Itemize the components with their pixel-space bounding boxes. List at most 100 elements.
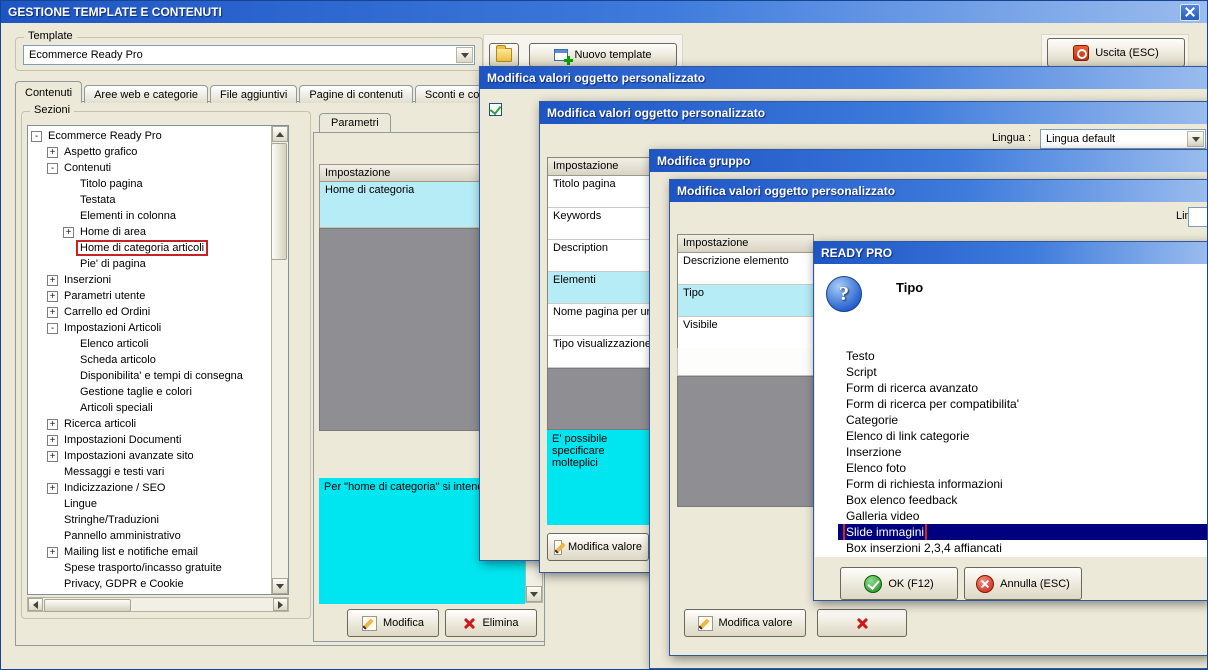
tree-item[interactable]: + Parametri utente [29,288,271,304]
table-row[interactable]: Tipo visualizzazione [548,336,649,368]
tree-item[interactable]: + Mailing list e notifiche email [29,544,271,560]
table-empty-row [677,348,814,376]
template-combobox[interactable]: Ecommerce Ready Pro [23,45,475,65]
list-item[interactable]: Categorie [838,412,1207,428]
tab[interactable]: File aggiuntivi [210,85,298,103]
scroll-left-icon[interactable] [28,598,43,611]
list-item[interactable]: Slide immagini [838,524,1207,540]
table-row[interactable]: Descrizione elemento [678,253,813,285]
chevron-down-icon[interactable] [456,47,473,63]
tree-expand-icon[interactable]: + [47,482,58,494]
list-item[interactable]: Script [838,364,1207,380]
list-item[interactable]: Galleria video [838,508,1207,524]
list-item[interactable]: Box inserzioni 2,3,4 affiancati [838,540,1207,556]
tree-item[interactable]: Pie' di pagina [29,256,271,272]
new-template-button[interactable]: Nuovo template [529,43,677,67]
close-icon[interactable] [1180,3,1200,21]
table-row[interactable]: Visibile [678,317,813,349]
lingua-combobox[interactable] [1188,207,1207,227]
tree-item[interactable]: Messaggi e testi vari [29,464,271,480]
tree-expand-icon[interactable]: + [47,146,58,158]
list-item[interactable]: Form di ricerca per compatibilita' [838,396,1207,412]
tree-item-label: Lingue [64,498,98,510]
tree-item[interactable]: Articoli speciali [29,400,271,416]
scrollbar-thumb[interactable] [271,143,287,260]
list-item[interactable]: Inserzione [838,444,1207,460]
lingua-combobox[interactable]: Lingua default [1040,129,1206,149]
list-item[interactable]: Form di richiesta informazioni [838,476,1207,492]
list-item[interactable]: Box elenco feedback [838,492,1207,508]
tree-item[interactable]: Disponibilita' e tempi di consegna [29,368,271,384]
tree-expand-icon[interactable]: + [47,434,58,446]
tree-item[interactable]: + Impostazioni Documenti [29,432,271,448]
tree-expand-icon[interactable]: + [47,546,58,558]
tree-expand-icon[interactable]: + [47,418,58,430]
tree-item[interactable]: + Impostazioni avanzate sito [29,448,271,464]
tree-expand-icon[interactable]: + [47,290,58,302]
scroll-right-icon[interactable] [273,598,288,611]
tree-item[interactable]: Elenco articoli [29,336,271,352]
modifica-button[interactable]: Modifica [347,609,439,637]
tree-item[interactable]: + Indicizzazione / SEO [29,480,271,496]
tree-item[interactable]: Gestione taglie e colori [29,384,271,400]
ok-button[interactable]: OK (F12) [840,567,958,600]
table-row[interactable]: Elementi [548,272,649,304]
modifica-valore-button[interactable]: Modifica valore [547,533,649,561]
tree-item[interactable]: - Impostazioni Articoli [29,320,271,336]
chevron-down-icon[interactable] [1187,131,1204,147]
exit-button[interactable]: Uscita (ESC) [1047,38,1185,67]
tab-parametri[interactable]: Parametri [319,113,391,132]
tree-expand-icon[interactable]: - [31,130,42,142]
tree-item[interactable]: Pannello amministrativo [29,528,271,544]
tree-item[interactable]: + Aspetto grafico [29,144,271,160]
annulla-button[interactable]: Annulla (ESC) [964,567,1082,600]
scroll-down-icon[interactable] [272,578,288,594]
tree-expand-icon[interactable]: - [47,162,58,174]
list-item[interactable]: Elenco di link categorie [838,428,1207,444]
tree-item[interactable]: Scheda articolo [29,352,271,368]
list-item-label: Form di richiesta informazioni [846,477,1003,491]
tree-item[interactable]: Elementi in colonna [29,208,271,224]
list-item[interactable]: Form di ricerca avanzato [838,380,1207,396]
tree-expand-icon[interactable]: + [47,274,58,286]
table-row[interactable]: Keywords [548,208,649,240]
tree-expand-icon[interactable]: + [63,226,74,238]
tree-item[interactable]: Lingue [29,496,271,512]
list-item[interactable]: Elenco foto [838,460,1207,476]
tree-horizontal-scrollbar[interactable] [27,597,289,612]
open-template-button[interactable] [489,43,519,67]
tree-item[interactable]: - Ecommerce Ready Pro [29,128,271,144]
tree-item[interactable]: Titolo pagina [29,176,271,192]
scrollbar-thumb[interactable] [44,599,131,612]
tree-item[interactable]: Home di categoria articoli [29,240,271,256]
scroll-up-icon[interactable] [272,126,288,142]
table-row[interactable]: Description [548,240,649,272]
elimina-button[interactable]: Elimina [445,609,537,637]
tree-expand-icon[interactable]: - [47,322,58,334]
table-row[interactable]: Tipo [678,285,813,317]
tab[interactable]: Pagine di contenuti [299,85,413,103]
tree-item[interactable]: Stringhe/Traduzioni [29,512,271,528]
tree-item[interactable]: + Inserzioni [29,272,271,288]
tree-vertical-scrollbar[interactable] [271,126,288,594]
tab[interactable]: Aree web e categorie [84,85,209,103]
tree-item[interactable]: + Ricerca articoli [29,416,271,432]
elimina-valore-button[interactable] [817,609,907,637]
table-row[interactable]: Titolo pagina [548,176,649,208]
table-row[interactable]: Nome pagina per url rewriting [548,304,649,336]
modifica-valore-button[interactable]: Modifica valore [684,609,806,637]
tree-item[interactable]: Spese trasporto/incasso gratuite [29,560,271,576]
tree-item[interactable]: Testata [29,192,271,208]
tree-item[interactable]: + Carrello ed Ordini [29,304,271,320]
scroll-down-icon[interactable] [526,586,542,602]
annulla-button-label: Annulla (ESC) [1000,577,1070,590]
tree-expand-icon[interactable]: + [47,450,58,462]
tree-expand-icon[interactable]: + [47,306,58,318]
tree-item[interactable]: + Home di area [29,224,271,240]
settings-table-header: Impostazione [548,158,649,176]
tree-item[interactable]: - Contenuti [29,160,271,176]
tree-item[interactable]: Privacy, GDPR e Cookie [29,576,271,592]
checkbox[interactable] [489,103,502,116]
tab[interactable]: Contenuti [15,81,83,103]
list-item[interactable]: Testo [838,348,1207,364]
